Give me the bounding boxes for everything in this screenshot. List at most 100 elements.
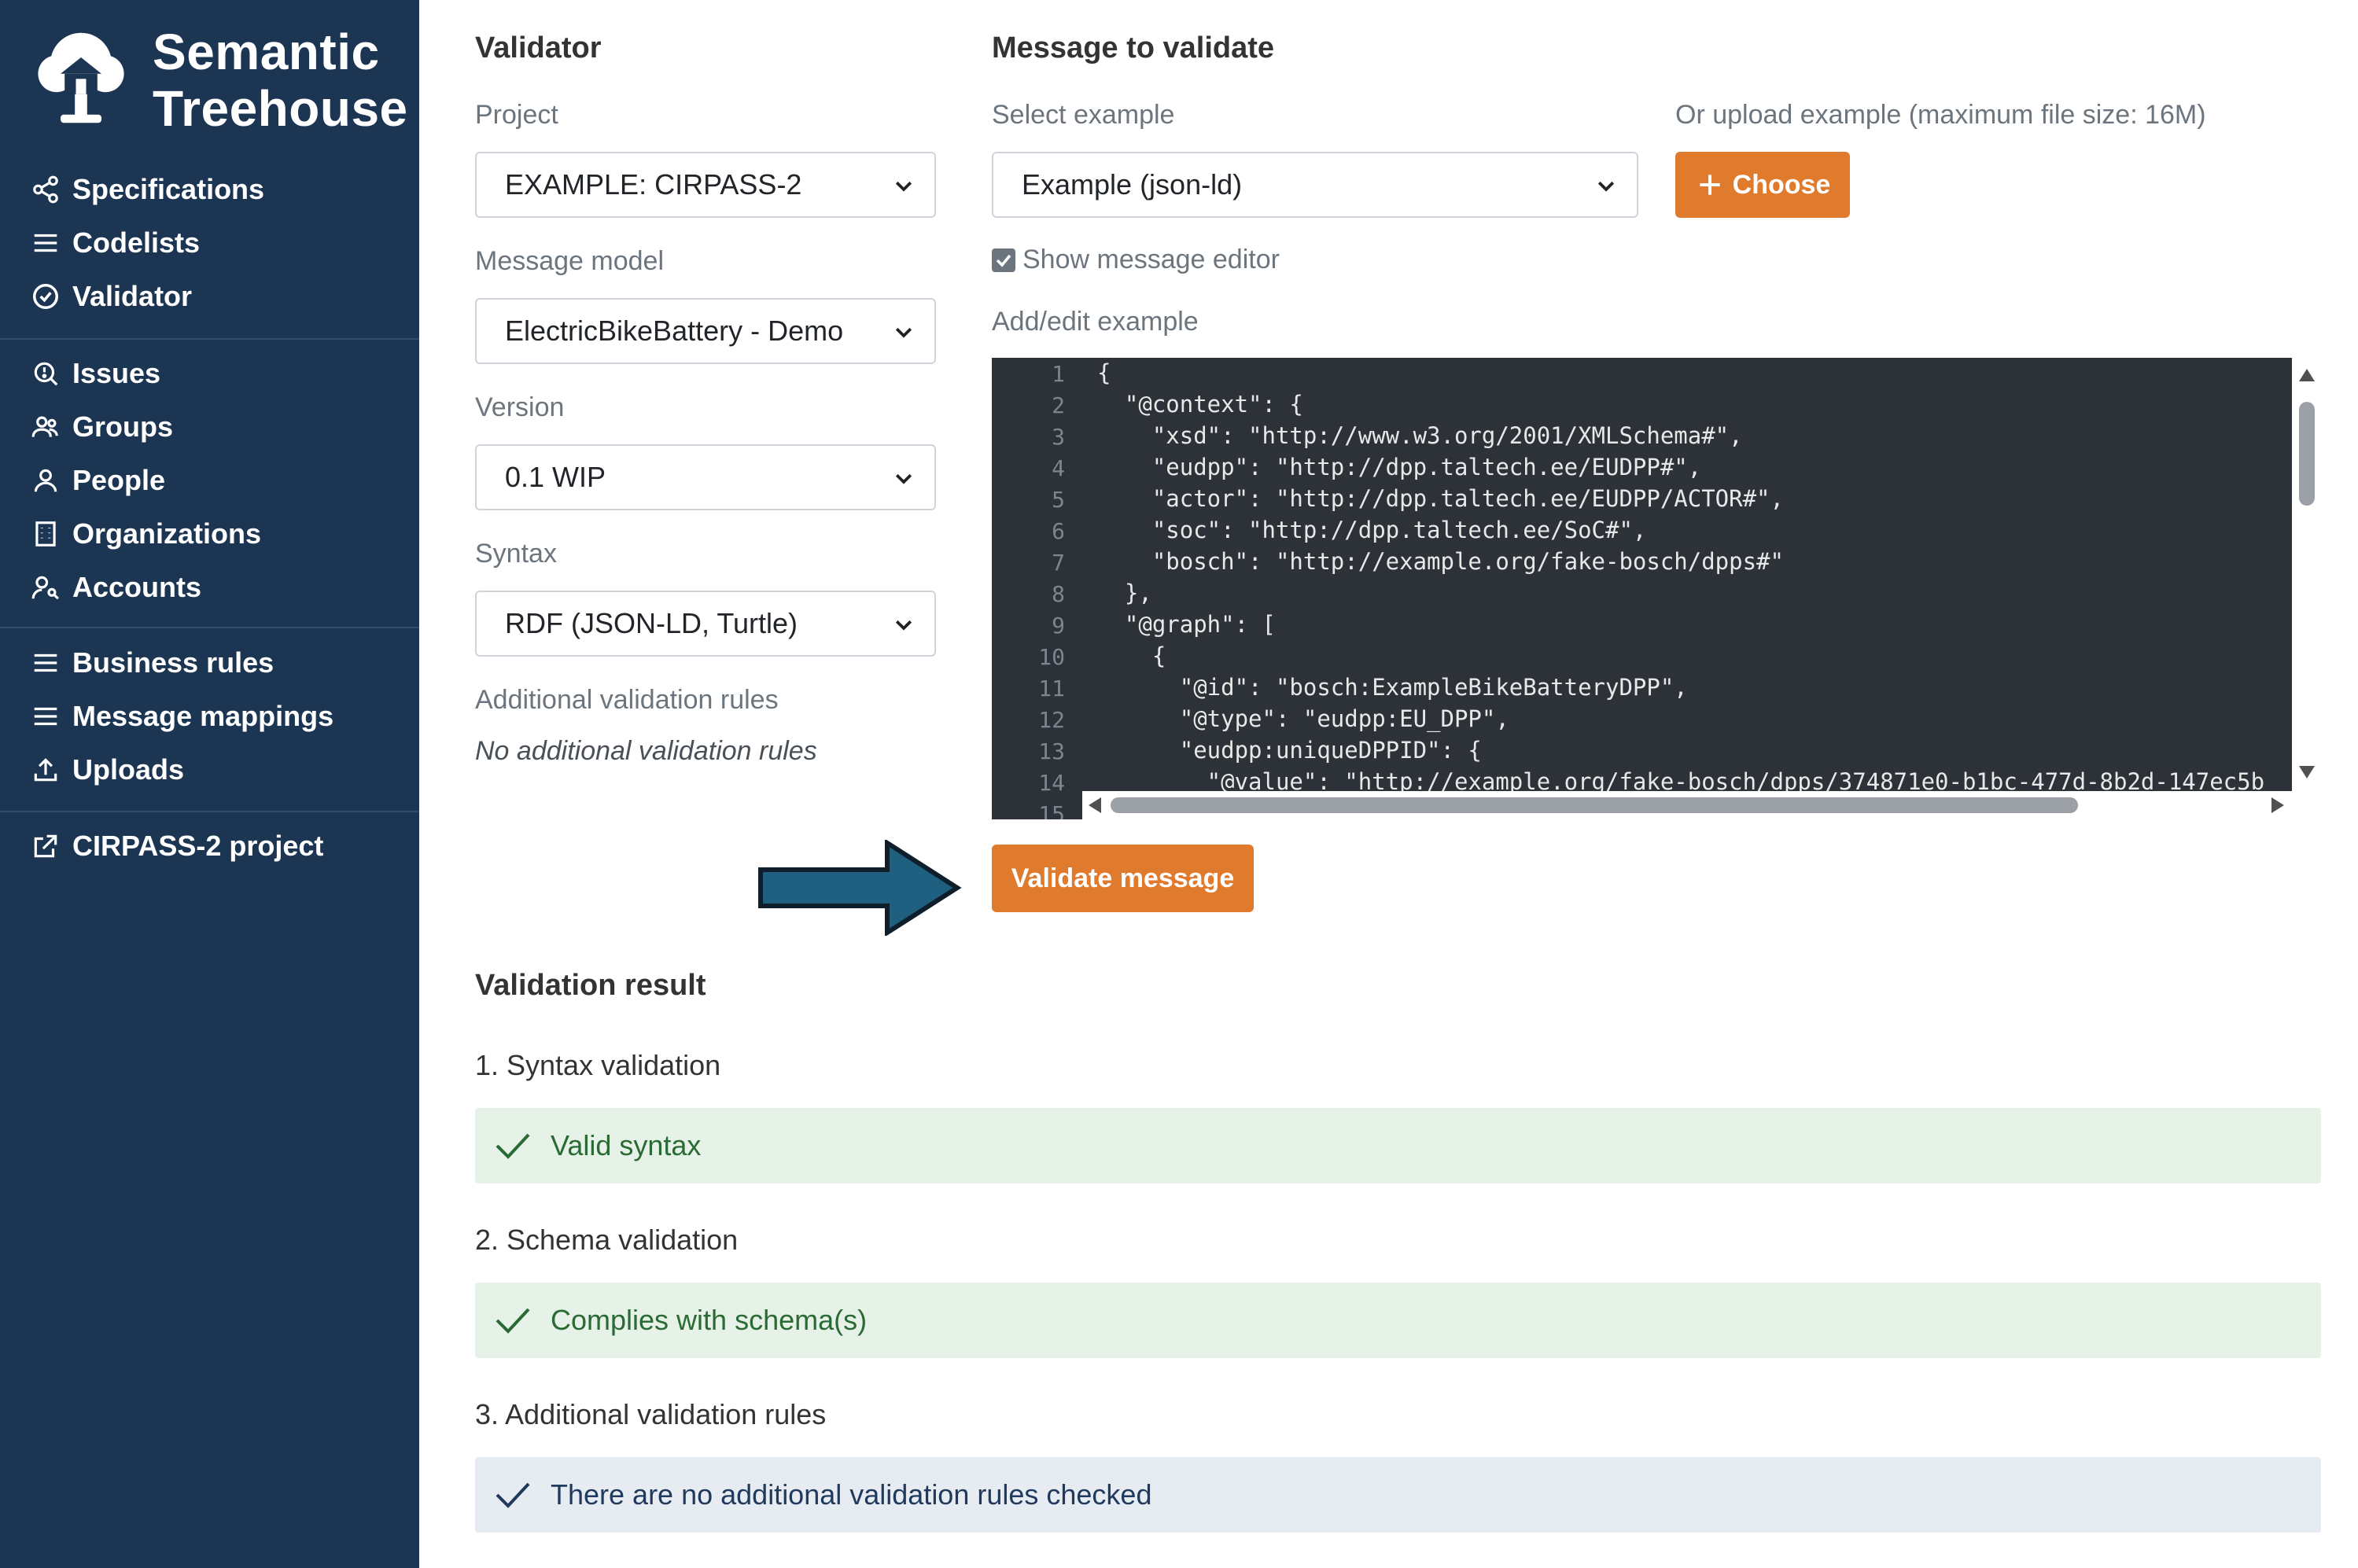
line-number: 6 <box>1052 518 1065 544</box>
code-line: "eudpp": "http://dpp.taltech.ee/EUDPP#", <box>1097 454 1702 480</box>
issues-icon <box>30 358 61 389</box>
scroll-left-icon[interactable] <box>1089 797 1101 813</box>
example-select[interactable]: Example (json-ld) <box>992 152 1638 218</box>
checkmark-icon <box>496 1308 530 1334</box>
additional-validation-result: There are no additional validation rules… <box>475 1457 2321 1533</box>
code-line: "eudpp:uniqueDPPID": { <box>1097 737 1482 764</box>
message-heading: Message to validate <box>992 31 1275 64</box>
model-select[interactable]: ElectricBikeBattery - Demo <box>475 298 936 364</box>
schema-validation-result: Complies with schema(s) <box>475 1283 2321 1358</box>
edit-example-label: Add/edit example <box>992 307 1199 337</box>
sidebar-item-issues[interactable]: Issues <box>0 347 419 400</box>
line-number-gutter: 1 2 3 4 5 6 7 8 9 10 11 12 13 14 15 <box>992 358 1082 819</box>
sidebar-item-message-mappings[interactable]: Message mappings <box>0 690 419 743</box>
sidebar-item-label: Codelists <box>72 226 201 259</box>
external-link-icon <box>30 830 61 862</box>
sidebar-item-accounts[interactable]: Accounts <box>0 561 419 614</box>
syntax-select[interactable]: RDF (JSON-LD, Turtle) <box>475 591 936 657</box>
syntax-validation-result: Valid syntax <box>475 1108 2321 1183</box>
line-number: 10 <box>1038 644 1065 670</box>
list-icon <box>30 701 61 732</box>
line-number: 8 <box>1052 581 1065 607</box>
syntax-label: Syntax <box>475 539 557 569</box>
sidebar-item-label: Accounts <box>72 571 202 603</box>
line-number: 7 <box>1052 550 1065 576</box>
code-line: "@graph": [ <box>1097 611 1276 638</box>
scroll-thumb[interactable] <box>2299 402 2315 506</box>
chevron-down-icon <box>1597 181 1615 192</box>
model-label: Message model <box>475 246 665 276</box>
show-editor-checkbox[interactable] <box>992 248 1015 272</box>
sidebar-item-groups[interactable]: Groups <box>0 400 419 454</box>
line-number: 11 <box>1038 675 1065 701</box>
editor-horizontal-scrollbar[interactable] <box>1082 791 2292 819</box>
scroll-right-icon[interactable] <box>2271 797 2284 813</box>
line-number: 13 <box>1038 738 1065 764</box>
additional-rules-value: No additional validation rules <box>475 736 817 766</box>
sidebar-divider <box>0 811 419 812</box>
scroll-thumb[interactable] <box>1111 797 2078 813</box>
sidebar-item-cirpass-project[interactable]: CIRPASS-2 project <box>0 819 419 873</box>
account-key-icon <box>30 572 61 603</box>
callout-arrow-icon <box>758 840 962 936</box>
code-line: "@type": "eudpp:EU_DPP", <box>1097 705 1509 732</box>
chevron-down-icon <box>895 181 912 192</box>
checkmark-icon <box>496 1133 530 1159</box>
version-select-value: 0.1 WIP <box>505 461 606 493</box>
choose-file-button[interactable]: Choose <box>1675 152 1850 218</box>
choose-file-label: Choose <box>1732 169 1831 200</box>
project-select[interactable]: EXAMPLE: CIRPASS-2 <box>475 152 936 218</box>
list-icon <box>30 227 61 259</box>
nav-group-rules: Business rules Message mappings Uploads <box>0 636 419 797</box>
syntax-select-value: RDF (JSON-LD, Turtle) <box>505 607 798 639</box>
sidebar-item-specifications[interactable]: Specifications <box>0 163 419 216</box>
show-editor-label[interactable]: Show message editor <box>1022 245 1280 275</box>
scroll-up-icon[interactable] <box>2299 369 2315 381</box>
sidebar-item-organizations[interactable]: Organizations <box>0 507 419 561</box>
sidebar-item-label: Message mappings <box>72 700 334 732</box>
version-select[interactable]: 0.1 WIP <box>475 444 936 510</box>
syntax-validation-title: 1. Syntax validation <box>475 1049 721 1081</box>
share-nodes-icon <box>30 174 61 205</box>
validator-heading: Validator <box>475 31 602 64</box>
chevron-down-icon <box>895 327 912 338</box>
sidebar-item-label: Specifications <box>72 173 265 205</box>
person-icon <box>30 465 61 496</box>
upload-icon <box>30 754 61 786</box>
sidebar-item-business-rules[interactable]: Business rules <box>0 636 419 690</box>
nav-group-main: Specifications Codelists Validator <box>0 163 419 323</box>
line-number: 3 <box>1052 424 1065 450</box>
code-line: "soc": "http://dpp.taltech.ee/SoC#", <box>1097 517 1647 543</box>
checkmark-icon <box>996 254 1011 267</box>
sidebar-item-label: Uploads <box>72 753 185 786</box>
code-area[interactable]: { "@context": { "xsd": "http://www.w3.or… <box>1088 358 2292 819</box>
line-number: 4 <box>1052 455 1065 481</box>
list-icon <box>30 647 61 679</box>
scroll-down-icon[interactable] <box>2299 766 2315 778</box>
schema-validation-title: 2. Schema validation <box>475 1224 739 1256</box>
sidebar-item-label: CIRPASS-2 project <box>72 830 324 862</box>
model-select-value: ElectricBikeBattery - Demo <box>505 315 844 347</box>
line-number: 12 <box>1038 707 1065 733</box>
sidebar-item-codelists[interactable]: Codelists <box>0 216 419 270</box>
additional-validation-title: 3. Additional validation rules <box>475 1398 827 1430</box>
sidebar-item-people[interactable]: People <box>0 454 419 507</box>
sidebar-item-uploads[interactable]: Uploads <box>0 743 419 797</box>
validate-message-button[interactable]: Validate message <box>992 845 1254 912</box>
plus-icon <box>1699 175 1720 195</box>
sidebar-item-validator[interactable]: Validator <box>0 270 419 323</box>
code-line: { <box>1097 359 1111 386</box>
example-select-value: Example (json-ld) <box>1022 168 1243 201</box>
additional-rules-label: Additional validation rules <box>475 685 779 715</box>
brand[interactable]: Semantic Treehouse <box>30 24 407 137</box>
sidebar: Semantic Treehouse Specifications Codeli… <box>0 0 419 1568</box>
sidebar-item-label: People <box>72 464 166 496</box>
additional-validation-message: There are no additional validation rules… <box>551 1478 1152 1511</box>
line-number: 15 <box>1038 801 1065 819</box>
groups-icon <box>30 411 61 443</box>
line-number: 14 <box>1038 770 1065 796</box>
syntax-validation-message: Valid syntax <box>551 1129 702 1161</box>
editor-vertical-scrollbar[interactable] <box>2292 358 2322 819</box>
message-editor[interactable]: 1 2 3 4 5 6 7 8 9 10 11 12 13 14 15 { "@… <box>992 358 2322 819</box>
line-number: 1 <box>1052 361 1065 387</box>
